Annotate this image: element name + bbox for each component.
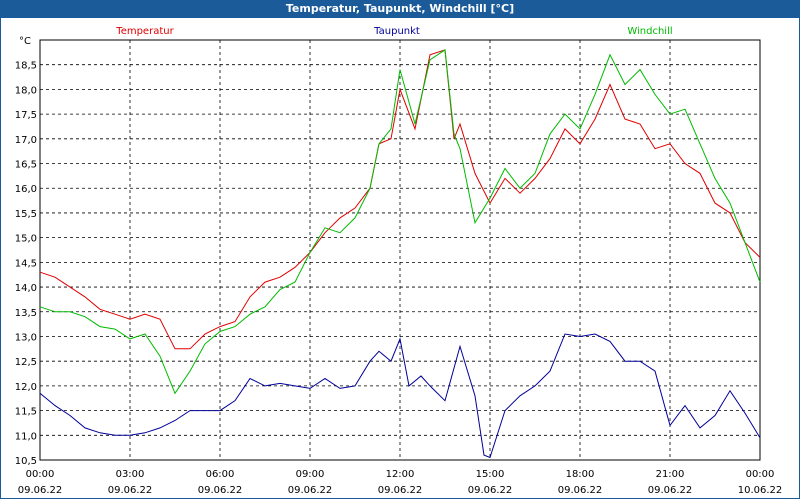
y-tick-label: 11,5 <box>15 407 37 418</box>
legend-taupunkt: Taupunkt <box>373 26 420 37</box>
y-tick-label: 16,5 <box>15 160 37 171</box>
x-tick-time: 12:00 <box>386 469 415 480</box>
y-tick-label: 17,0 <box>15 135 37 146</box>
y-tick-label: 13,5 <box>15 308 37 319</box>
x-tick-time: 18:00 <box>566 469 595 480</box>
x-tick-date: 09.06.22 <box>198 485 243 496</box>
x-tick-date: 10.06.22 <box>738 485 783 496</box>
legend-temperatur: Temperatur <box>115 26 174 37</box>
x-tick-date: 09.06.22 <box>288 485 333 496</box>
x-tick-date: 09.06.22 <box>108 485 153 496</box>
y-tick-label: 12,0 <box>15 382 37 393</box>
x-tick-date: 09.06.22 <box>18 485 63 496</box>
y-tick-label: 15,0 <box>15 234 37 245</box>
x-tick-date: 09.06.22 <box>378 485 423 496</box>
x-tick-time: 15:00 <box>476 469 505 480</box>
legend-windchill: Windchill <box>627 26 672 37</box>
y-tick-label: 17,5 <box>15 110 37 121</box>
x-tick-date: 09.06.22 <box>648 485 693 496</box>
x-tick-time: 00:00 <box>746 469 775 480</box>
y-unit-label: °C <box>19 36 31 47</box>
x-tick-time: 09:00 <box>296 469 325 480</box>
y-tick-label: 13,0 <box>15 332 37 343</box>
y-tick-label: 10,5 <box>15 456 37 467</box>
y-tick-label: 18,0 <box>15 85 37 96</box>
x-tick-time: 00:00 <box>26 469 55 480</box>
y-tick-label: 14,0 <box>15 283 37 294</box>
y-tick-label: 18,5 <box>15 61 37 72</box>
x-tick-date: 09.06.22 <box>558 485 603 496</box>
x-tick-time: 21:00 <box>656 469 685 480</box>
x-tick-date: 09.06.22 <box>468 485 513 496</box>
y-tick-label: 16,0 <box>15 184 37 195</box>
y-tick-label: 14,5 <box>15 258 37 269</box>
y-tick-label: 12,5 <box>15 357 37 368</box>
x-tick-time: 06:00 <box>206 469 235 480</box>
y-tick-label: 11,0 <box>15 431 37 442</box>
x-tick-time: 03:00 <box>116 469 145 480</box>
y-tick-label: 15,5 <box>15 209 37 220</box>
chart-svg: 10,5 11,0 11,5 12,0 12,5 13,0 13,5 14,0 14,5 15,0… <box>15 26 783 496</box>
